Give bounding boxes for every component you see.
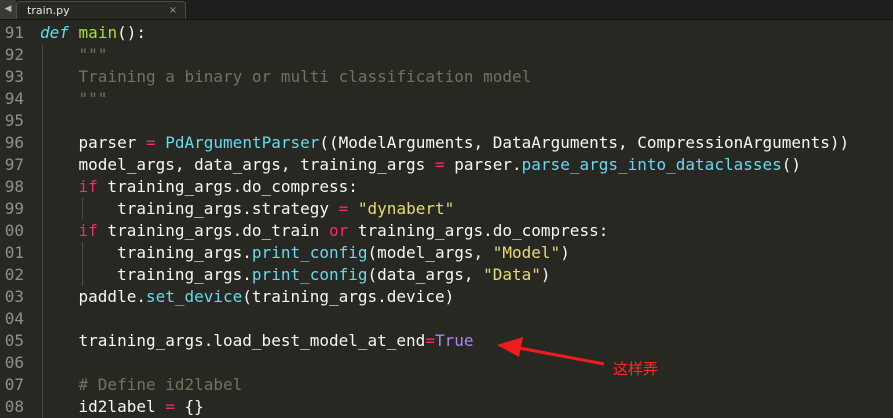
annotation-arrow-icon: [497, 337, 605, 366]
annotation-label: 这样弄: [613, 360, 659, 378]
